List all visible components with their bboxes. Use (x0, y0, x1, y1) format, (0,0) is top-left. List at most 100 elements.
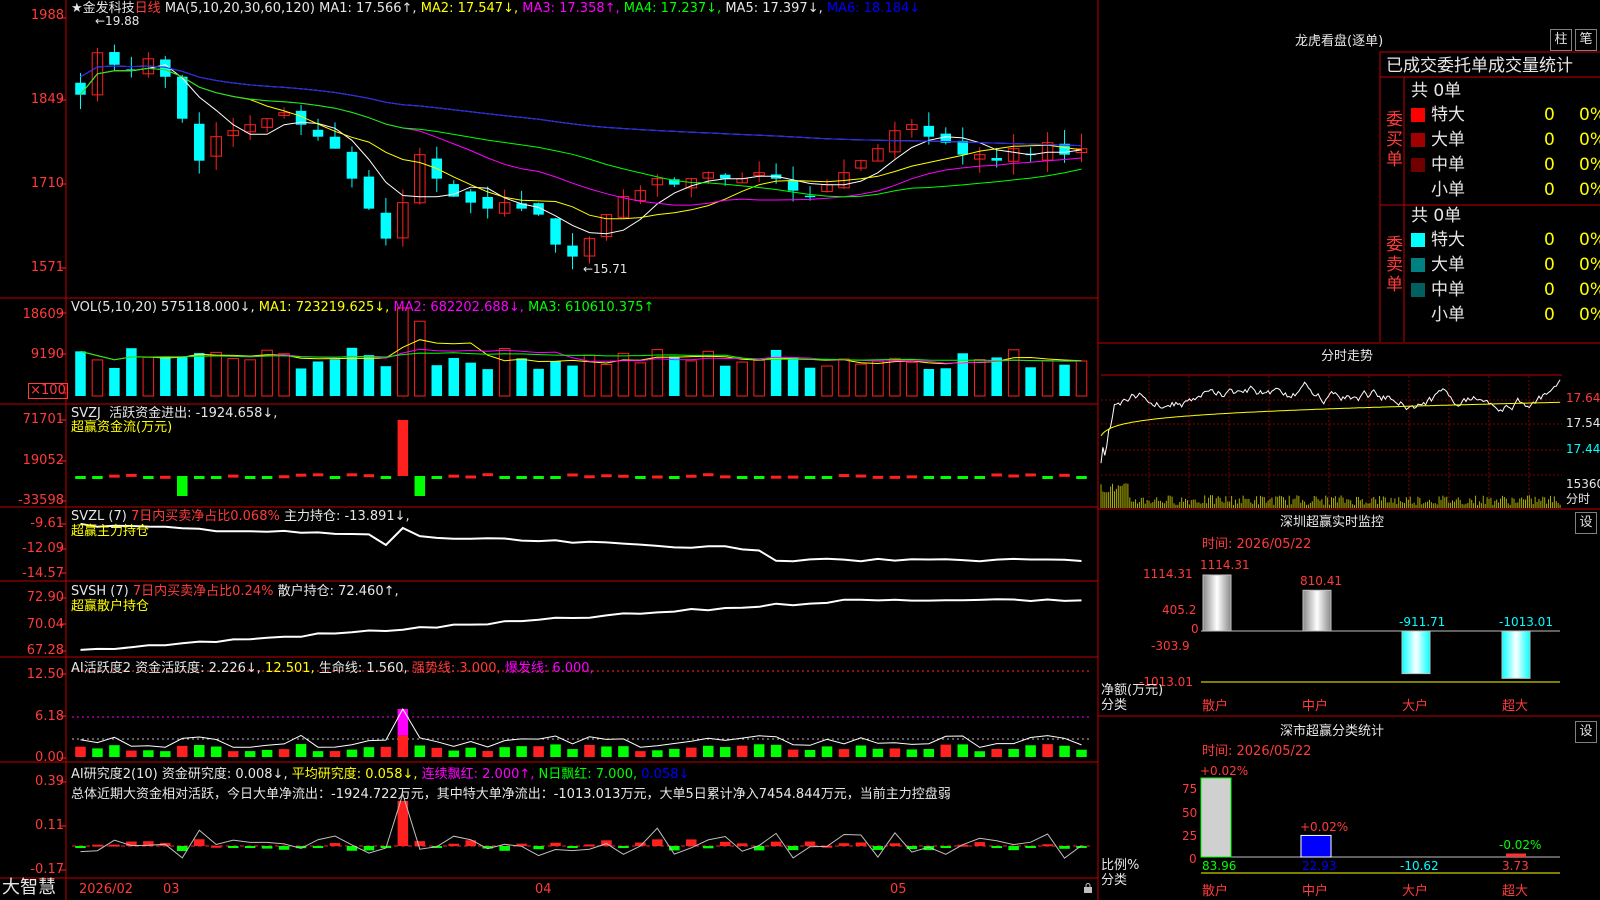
volume-bar (210, 351, 222, 397)
ai-active-v1: 资金活跃度: 2.226↓, (135, 661, 261, 676)
flow-bar (770, 475, 782, 479)
research-bar (991, 846, 1002, 848)
activity-bar (329, 751, 341, 757)
sz-monitor-settings-button[interactable]: 设 (1575, 512, 1597, 534)
flow-bar (686, 474, 697, 478)
flow-bar (431, 476, 443, 479)
activity-bar (431, 747, 443, 757)
monitor-bar (1401, 630, 1431, 675)
classify-bar (1200, 777, 1232, 858)
price-ytick: 1988 (30, 8, 64, 23)
activity-bar (261, 749, 273, 757)
research-bar (278, 846, 290, 850)
activity-bar (533, 746, 544, 757)
order-row: 大单 0 0% (1411, 129, 1600, 151)
volume-bar (889, 357, 901, 397)
svzj-label: SVZJ (71, 406, 101, 421)
activity-bar (1008, 748, 1019, 757)
research-bar (855, 842, 867, 846)
volume-bar (1041, 360, 1054, 397)
sz-classify-settings-button[interactable]: 设 (1575, 721, 1597, 743)
research-bar (1042, 844, 1053, 847)
flow-bar (126, 473, 137, 477)
candle-body (719, 174, 731, 179)
order-percent: 0% (1579, 230, 1600, 250)
svzl-name: 超赢主力持仓 (71, 524, 150, 539)
order-size-label: 中单 (1431, 155, 1465, 175)
brand-logo[interactable]: 大智慧 (2, 878, 56, 898)
svzj-ytick: 71701 (22, 412, 64, 427)
flow-bar (855, 474, 867, 478)
activity-bar (601, 746, 612, 757)
activity-bar (584, 744, 595, 757)
color-swatch-icon (1411, 108, 1425, 122)
flow-bar (550, 476, 561, 479)
volume-bar (142, 356, 155, 397)
svzl-value: 主力持仓: -13.891↓, (283, 509, 410, 524)
flow-bar (804, 476, 816, 479)
ai-active-label: AI活跃度2 (71, 661, 131, 676)
sz-classify-category: 超大 (1502, 884, 1529, 899)
flow-bar (940, 476, 952, 479)
activity-bar (363, 747, 375, 757)
sz-classify-ytick: 75 (1182, 782, 1198, 796)
research-bar (1008, 846, 1019, 851)
ai-research-v3: 连续飘红: 2.000↑, (421, 767, 535, 782)
activity-bar (652, 750, 663, 757)
candle-body (550, 218, 561, 245)
candle-body (567, 245, 578, 257)
volume-bar (465, 362, 476, 396)
vol-ma3: MA3: 610610.375↑ (528, 300, 655, 315)
sz-monitor-ytick: 0 (1191, 622, 1199, 636)
svzl-header: SVZL (7) 7日内买卖净占比0.068% 主力持仓: -13.891↓, (71, 509, 410, 524)
order-row: 特大 0 0% (1411, 104, 1600, 126)
tick-view-button[interactable]: 笔 (1575, 29, 1597, 51)
flow-bar (838, 474, 850, 478)
sz-classify-bottom-label: 22.93 (1302, 859, 1337, 873)
dragon-tiger-subtitle: 已成交委托单成交量统计 (1386, 56, 1573, 76)
flow-bar (584, 475, 595, 479)
sz-monitor-category: 大户 (1402, 699, 1429, 714)
vol-unit-box[interactable]: ×100 (28, 383, 68, 399)
activity-bar (465, 747, 476, 757)
activity-bar (227, 751, 239, 757)
volume-bar (109, 367, 120, 396)
flow-bar (1076, 476, 1087, 479)
lock-icon[interactable] (1083, 882, 1093, 893)
sz-classify-bottom-label: 3.73 (1502, 859, 1529, 873)
sz-classify-cat-label: 分类 (1101, 873, 1128, 888)
order-row: 小单 0 0% (1411, 304, 1600, 326)
ma-line (80, 64, 1082, 235)
activity-bar (753, 744, 765, 757)
volume-bar (363, 355, 375, 396)
flow-bar (397, 420, 409, 476)
activity-bar (177, 745, 188, 757)
favorite-star-icon[interactable]: ★ (71, 1, 83, 16)
candle-body (482, 197, 493, 209)
svzj-ytick: 19052 (22, 453, 64, 468)
flow-bar (109, 474, 120, 478)
candle-body (380, 212, 392, 239)
activity-bar (940, 744, 952, 757)
volume-bar (940, 368, 952, 396)
flow-bar (719, 475, 731, 479)
research-bar (838, 843, 850, 846)
ma1-value: MA1: 17.566↑, (319, 1, 417, 16)
svzl-ratio: 7日内买卖净占比0.068% (130, 509, 280, 524)
color-swatch-icon (1411, 258, 1425, 272)
volume-bar (380, 366, 392, 396)
ai-research-v1: 资金研究度: 0.008↓, (161, 767, 288, 782)
volume-bar (753, 359, 765, 397)
flow-bar (177, 476, 188, 496)
volume-bar (516, 358, 527, 396)
sz-classify-ytick: 50 (1182, 806, 1198, 820)
flow-bar (1059, 473, 1070, 477)
flow-bar (363, 474, 375, 478)
activity-bar (550, 744, 561, 757)
activity-bar (804, 749, 816, 757)
activity-bar (838, 749, 850, 757)
research-bar (652, 839, 663, 846)
chart-canvas[interactable] (0, 0, 1600, 900)
bar-view-button[interactable]: 柱 (1550, 29, 1572, 51)
volume-bar (244, 359, 256, 397)
